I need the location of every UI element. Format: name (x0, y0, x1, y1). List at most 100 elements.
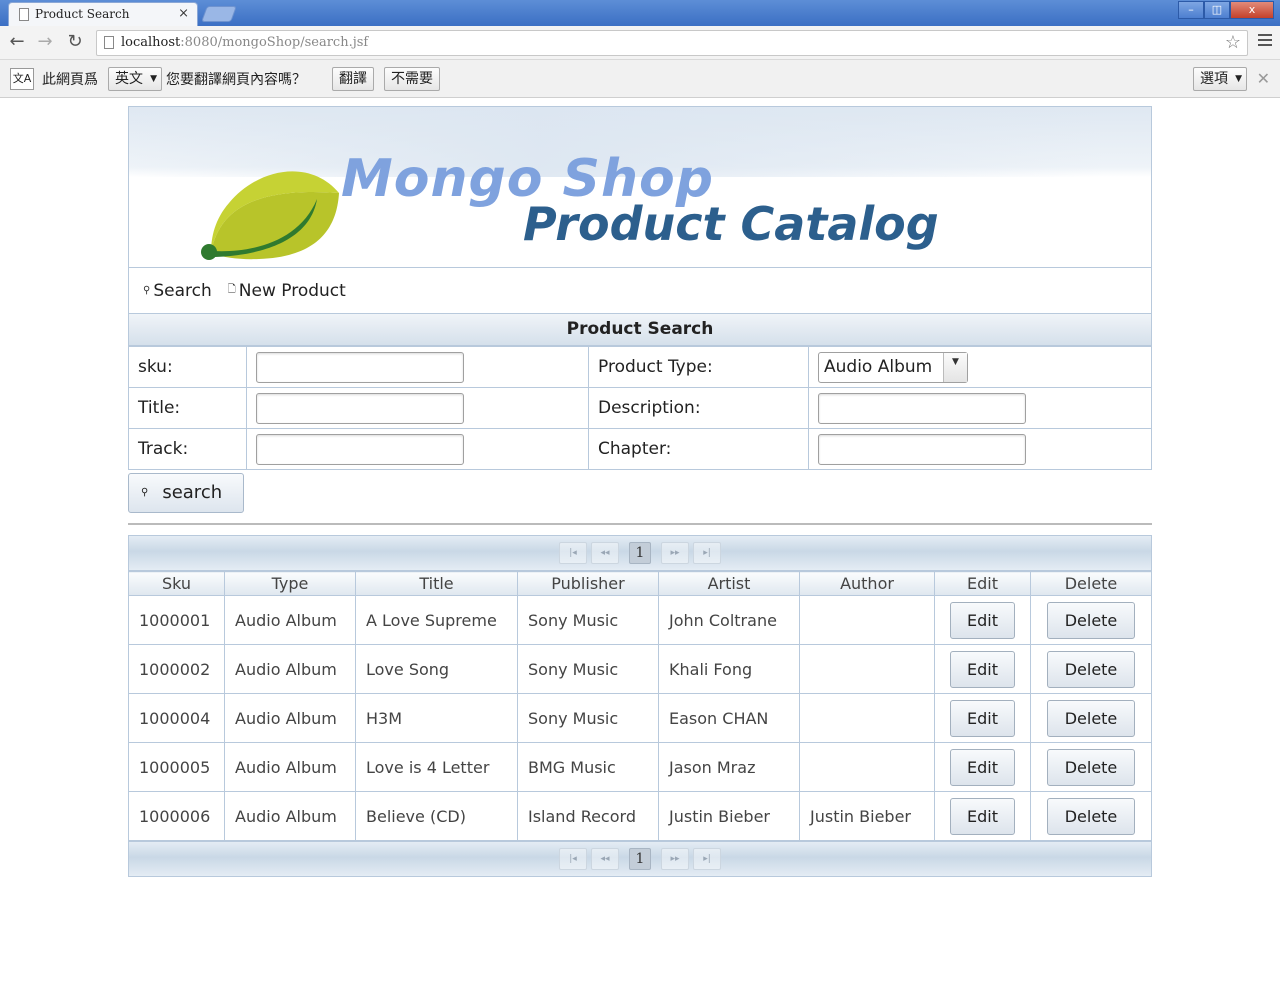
chapter-input[interactable] (818, 433, 1026, 465)
title-input[interactable] (256, 392, 464, 424)
bookmark-star-icon[interactable]: ☆ (1225, 31, 1241, 55)
column-header[interactable]: Author (799, 571, 935, 596)
edit-button[interactable]: Edit (950, 601, 1015, 639)
brand-subtitle: Product Catalog (523, 197, 939, 251)
paginator-top: |◂ ◂◂ 1 ▸▸ ▸| (128, 535, 1152, 571)
column-header[interactable]: Sku (128, 571, 225, 596)
new-tab-button[interactable] (201, 6, 237, 22)
table-cell: Audio Album (224, 644, 356, 694)
table-cell: Justin Bieber (799, 791, 935, 841)
table-cell: A Love Supreme (355, 595, 518, 645)
translate-question: 您要翻譯網頁內容嗎？ (166, 72, 306, 88)
edit-button[interactable]: Edit (950, 748, 1015, 786)
translate-button[interactable]: 翻譯 (332, 67, 374, 91)
delete-button[interactable]: Delete (1047, 650, 1135, 688)
page-number[interactable]: 1 (629, 848, 651, 870)
table-cell (799, 693, 935, 743)
page-number[interactable]: 1 (629, 542, 651, 564)
chevron-down-icon: ▼ (1235, 74, 1242, 84)
table-cell: Audio Album (224, 693, 356, 743)
delete-cell: Delete (1030, 742, 1152, 792)
next-page-icon[interactable]: ▸▸ (661, 848, 689, 870)
edit-button[interactable]: Edit (950, 797, 1015, 835)
menu-icon[interactable] (1258, 34, 1272, 49)
table-cell: Love is 4 Letter (355, 742, 518, 792)
prev-page-icon[interactable]: ◂◂ (591, 542, 619, 564)
edit-button[interactable]: Edit (950, 699, 1015, 737)
delete-cell: Delete (1030, 595, 1152, 645)
delete-button[interactable]: Delete (1047, 601, 1135, 639)
description-label: Description: (588, 387, 809, 429)
delete-cell: Delete (1030, 791, 1152, 841)
search-button[interactable]: ⚲ search (128, 473, 244, 513)
table-cell: 1000004 (128, 693, 225, 743)
forward-arrow-icon[interactable]: → (34, 32, 56, 54)
prev-page-icon[interactable]: ◂◂ (591, 848, 619, 870)
language-select[interactable]: 英文 ▼ (108, 67, 162, 91)
sku-input[interactable] (256, 351, 464, 383)
browser-toolbar: ← → ↻ localhost:8080/mongoShop/search.js… (0, 26, 1280, 60)
search-panel-title: Product Search (128, 314, 1152, 346)
sku-label: sku: (128, 346, 247, 388)
back-arrow-icon[interactable]: ← (6, 32, 28, 54)
tab-close-icon[interactable]: × (178, 6, 189, 21)
translate-prefix: 此網頁爲 (42, 72, 98, 88)
last-page-icon[interactable]: ▸| (693, 542, 721, 564)
table-cell: Eason CHAN (658, 693, 800, 743)
column-header[interactable]: Type (224, 571, 356, 596)
description-input[interactable] (818, 392, 1026, 424)
no-translate-button[interactable]: 不需要 (384, 67, 440, 91)
menu-item-search[interactable]: ⚲ Search (143, 281, 212, 301)
title-label: Title: (128, 387, 247, 429)
table-cell: Sony Music (517, 595, 659, 645)
window-controls: – ◫ x (1178, 1, 1274, 19)
maximize-button[interactable]: ◫ (1204, 1, 1230, 19)
table-cell: Island Record (517, 791, 659, 841)
address-bar[interactable]: localhost:8080/mongoShop/search.jsf ☆ (96, 30, 1248, 56)
language-value: 英文 (115, 71, 143, 87)
track-label: Track: (128, 428, 247, 470)
delete-cell: Delete (1030, 693, 1152, 743)
table-cell: Jason Mraz (658, 742, 800, 792)
search-form: sku: Product Type: Audio Album ▼ Title: … (128, 346, 1152, 470)
table-cell: Audio Album (224, 791, 356, 841)
close-window-button[interactable]: x (1230, 1, 1274, 19)
chapter-label: Chapter: (588, 428, 809, 470)
close-icon[interactable]: ✕ (1257, 69, 1270, 88)
url-path: :8080/mongoShop/search.jsf (180, 35, 369, 50)
divider (128, 523, 1152, 525)
options-button[interactable]: 選項 ▼ (1193, 67, 1247, 91)
browser-tab[interactable]: Product Search × (8, 2, 198, 26)
minimize-button[interactable]: – (1178, 1, 1204, 19)
table-cell: 1000001 (128, 595, 225, 645)
last-page-icon[interactable]: ▸| (693, 848, 721, 870)
delete-button[interactable]: Delete (1047, 748, 1135, 786)
column-header[interactable]: Delete (1030, 571, 1152, 596)
next-page-icon[interactable]: ▸▸ (661, 542, 689, 564)
reload-icon[interactable]: ↻ (64, 32, 86, 54)
table-cell: Sony Music (517, 693, 659, 743)
edit-cell: Edit (934, 791, 1031, 841)
column-header[interactable]: Edit (934, 571, 1031, 596)
table-cell: John Coltrane (658, 595, 800, 645)
delete-button[interactable]: Delete (1047, 797, 1135, 835)
column-header[interactable]: Title (355, 571, 518, 596)
edit-button[interactable]: Edit (950, 650, 1015, 688)
edit-cell: Edit (934, 595, 1031, 645)
table-cell: Audio Album (224, 742, 356, 792)
table-row: 1000002 Audio Album Love Song Sony Music Kha… (128, 644, 1152, 694)
delete-button[interactable]: Delete (1047, 699, 1135, 737)
search-button-label: search (162, 482, 223, 503)
column-header[interactable]: Publisher (517, 571, 659, 596)
first-page-icon[interactable]: |◂ (559, 848, 587, 870)
edit-cell: Edit (934, 693, 1031, 743)
track-input[interactable] (256, 433, 464, 465)
product-type-select[interactable]: Audio Album ▼ (818, 351, 968, 383)
product-type-value: Audio Album (824, 356, 933, 377)
menu-item-new-product[interactable]: 🗋 New Product (228, 281, 346, 301)
edit-cell: Edit (934, 644, 1031, 694)
options-label: 選項 (1200, 71, 1228, 87)
column-header[interactable]: Artist (658, 571, 800, 596)
first-page-icon[interactable]: |◂ (559, 542, 587, 564)
search-icon: ⚲ (143, 285, 151, 296)
